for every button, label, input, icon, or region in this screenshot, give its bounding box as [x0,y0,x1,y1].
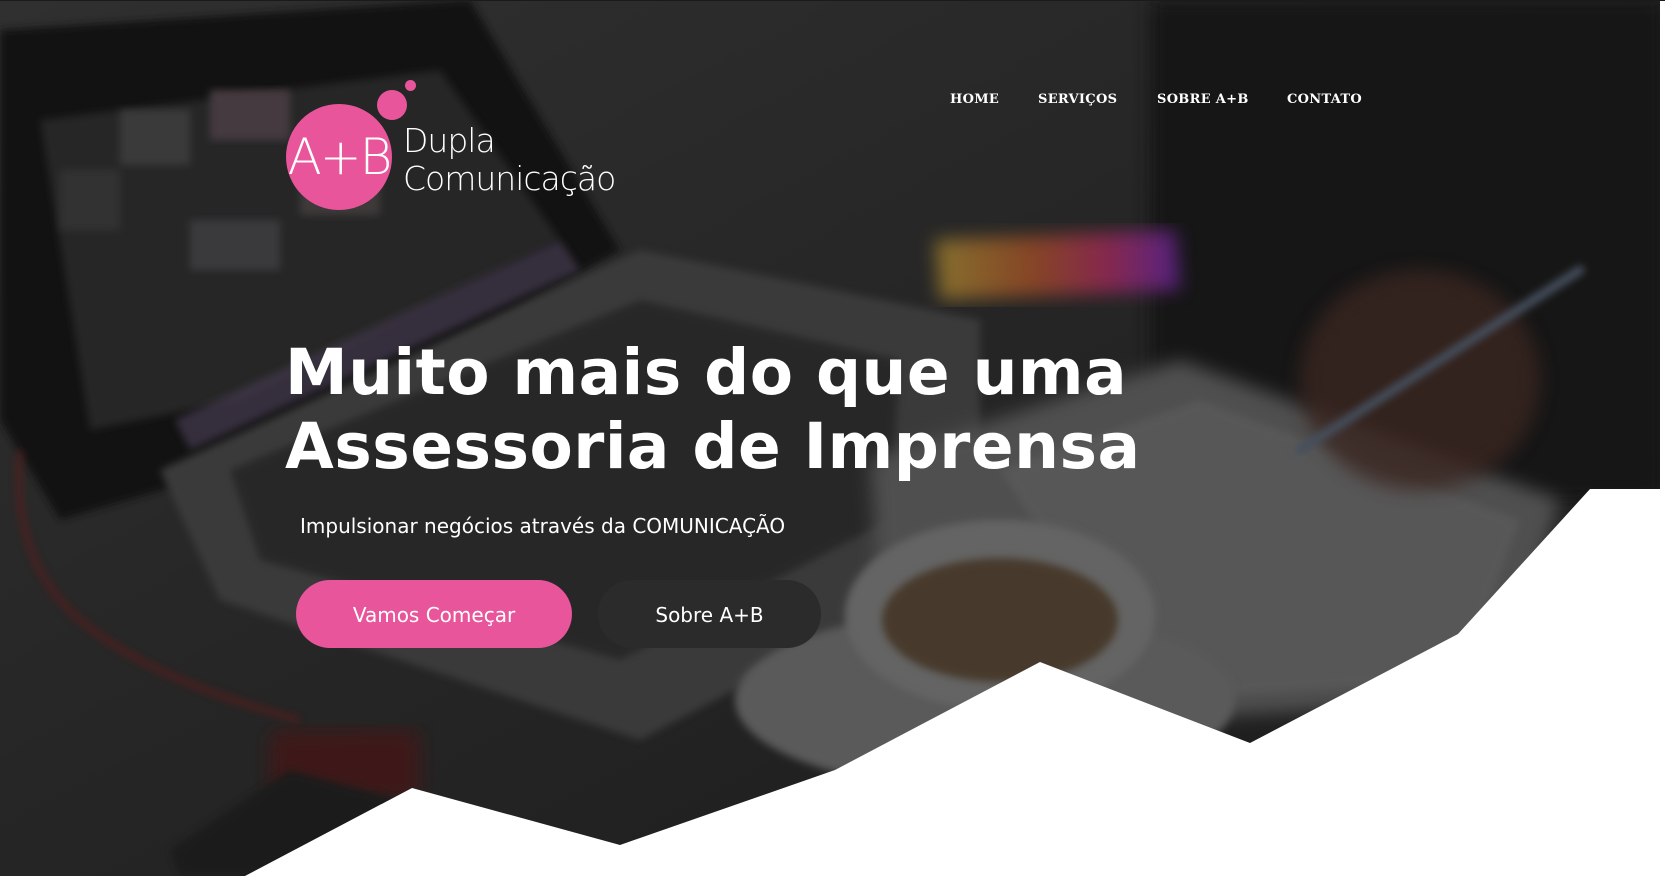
about-button[interactable]: Sobre A+B [598,580,821,648]
logo-wordmark: Dupla Comunicação [403,121,616,198]
hero-section: A+B Dupla Comunicação HOME SERVIÇOS SOBR… [0,0,1665,876]
nav-link-servicos[interactable]: SERVIÇOS [1038,88,1117,112]
hero-headline: Muito mais do que uma Assessoria de Impr… [285,336,1185,484]
logo-line-1: Dupla [403,121,496,160]
brand-logo[interactable]: A+B Dupla Comunicação [284,78,624,218]
nav-link-contato[interactable]: CONTATO [1287,88,1362,112]
hero-headline-line-2: Assessoria de Imprensa [285,410,1141,483]
hero-headline-line-1: Muito mais do que uma [285,336,1128,409]
start-button[interactable]: Vamos Começar [296,580,572,648]
logo-bubble-small [405,80,416,91]
nav-link-home[interactable]: HOME [950,88,999,112]
hero-subheadline: Impulsionar negócios através da COMUNICA… [300,514,786,538]
top-border-line [0,0,1665,1]
right-edge-strip [1660,0,1665,876]
logo-line-2: Comunicação [403,159,616,198]
nav-link-sobre[interactable]: SOBRE A+B [1157,88,1249,112]
logo-mark-text: A+B [287,128,393,186]
